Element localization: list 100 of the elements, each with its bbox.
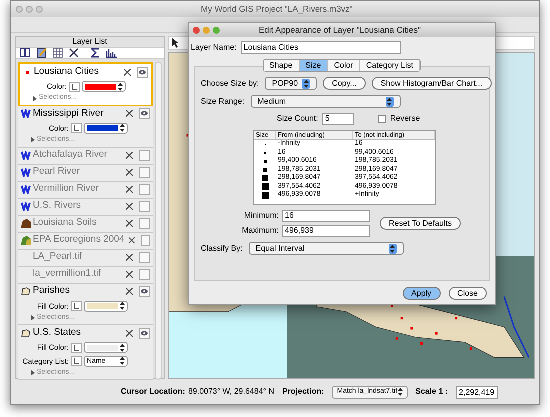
stepper-arrows-icon	[390, 244, 396, 252]
layer-name: Atchafalaya River	[33, 148, 108, 162]
legend-icon	[74, 125, 79, 132]
classify-dropdown[interactable]: Equal Interval	[248, 242, 404, 255]
visibility-checkbox[interactable]	[139, 167, 150, 178]
layer-item[interactable]: la_vermillion1.tif	[18, 266, 153, 284]
edit-icon[interactable]	[37, 48, 47, 58]
close-icon[interactable]	[128, 237, 135, 244]
layer-item[interactable]: EPA Ecoregions 2004	[18, 232, 153, 250]
reverse-checkbox[interactable]	[378, 115, 386, 123]
layer-name: Vermillion River	[33, 182, 99, 196]
layer-item[interactable]: Vermillion River	[18, 182, 153, 198]
color-picker[interactable]	[84, 342, 128, 354]
field-label: Size Range:	[201, 96, 245, 108]
legend-button[interactable]	[71, 301, 82, 312]
copy-button[interactable]: Copy...	[323, 77, 366, 90]
projection-label: Projection:	[282, 386, 324, 398]
disclosure-triangle-icon[interactable]	[31, 137, 35, 144]
color-picker[interactable]	[82, 81, 126, 92]
sigma-icon[interactable]	[91, 48, 100, 58]
legend-button[interactable]	[71, 342, 82, 353]
close-icon[interactable]	[126, 186, 133, 193]
stepper-arrows-icon	[120, 302, 125, 310]
cursor-location-value: 89.0073° W, 29.6484° N	[188, 386, 274, 398]
color-picker[interactable]	[84, 300, 128, 312]
visibility-checkbox[interactable]	[139, 252, 150, 263]
layer-item[interactable]: Atchafalaya River	[18, 148, 153, 164]
point-icon	[26, 70, 29, 74]
close-icon[interactable]	[126, 254, 133, 261]
close-icon[interactable]	[126, 110, 133, 118]
close-icon[interactable]	[126, 288, 133, 295]
layer-item[interactable]: Pearl River	[18, 164, 153, 182]
visibility-checkbox[interactable]	[139, 184, 150, 195]
tab[interactable]: Category List	[360, 60, 420, 71]
disclosure-triangle-icon[interactable]	[31, 315, 35, 321]
size-count-field[interactable]: 5	[322, 113, 354, 125]
apply-button[interactable]: Apply	[402, 287, 441, 300]
legend-button[interactable]	[71, 356, 82, 366]
cursor-location-label: Cursor Location:	[121, 386, 186, 398]
legend-icon	[72, 84, 77, 90]
disclosure-triangle-icon[interactable]	[31, 370, 35, 376]
wave-icon	[21, 109, 31, 118]
eye-icon	[141, 289, 148, 294]
scale-field[interactable]: 2,292,419	[456, 386, 498, 398]
visibility-checkbox[interactable]	[139, 286, 150, 297]
eye-icon	[139, 70, 146, 74]
layer-name: U.S. States	[33, 326, 82, 340]
legend-button[interactable]	[69, 82, 80, 92]
minimum-field[interactable]: 16	[282, 210, 370, 222]
size-attribute-dropdown[interactable]: POP90	[265, 77, 318, 90]
layer-name-field[interactable]: Lousiana Cities	[240, 41, 401, 54]
disclosure-triangle-icon[interactable]	[33, 96, 37, 102]
table-icon[interactable]	[53, 48, 63, 58]
scale-label: Scale 1 :	[416, 386, 448, 398]
visibility-checkbox[interactable]	[139, 218, 150, 229]
legend-button[interactable]	[71, 123, 82, 134]
panel-title: Layer List	[72, 37, 108, 47]
maximum-field[interactable]: 496,939	[282, 225, 370, 237]
layer-name: EPA Ecoregions 2004	[33, 233, 125, 248]
layer-item[interactable]: Louisiana Soils	[18, 216, 153, 232]
layer-name: Parishes	[33, 284, 70, 298]
close-icon[interactable]	[126, 203, 133, 210]
visibility-checkbox[interactable]	[139, 269, 150, 280]
visibility-checkbox[interactable]	[139, 150, 150, 161]
layer-item[interactable]: LA_Pearl.tif	[18, 250, 153, 266]
layer-item[interactable]: U.S. Rivers	[18, 198, 153, 216]
field-label: Size Count:	[277, 113, 318, 125]
visibility-checkbox[interactable]	[137, 66, 148, 78]
close-icon[interactable]	[126, 330, 133, 337]
polygon-icon	[21, 287, 31, 296]
color-picker[interactable]	[84, 122, 128, 134]
visibility-checkbox[interactable]	[139, 201, 150, 212]
close-icon[interactable]	[126, 220, 133, 227]
close-window-button[interactable]	[193, 26, 200, 34]
layer-name: Lousiana Cities	[34, 64, 99, 79]
close-icon[interactable]	[126, 152, 133, 159]
close-button[interactable]: Close	[448, 287, 487, 300]
tab[interactable]: Shape	[264, 60, 300, 71]
close-icon[interactable]	[124, 68, 131, 76]
close-icon[interactable]	[126, 271, 133, 278]
tab[interactable]: Size	[300, 60, 328, 71]
size-marker	[263, 168, 267, 172]
layer-name: LA_Pearl.tif	[33, 250, 82, 264]
close-icon[interactable]	[126, 169, 133, 176]
visibility-checkbox[interactable]	[139, 108, 150, 120]
terrain-icon	[21, 236, 31, 245]
delete-icon[interactable]	[69, 48, 79, 58]
pointer-icon[interactable]	[171, 38, 180, 48]
stepper-arrows-icon	[304, 80, 309, 88]
histogram-button[interactable]: Show Histogram/Bar Chart...	[372, 77, 492, 90]
field-label: Layer Name:	[191, 42, 237, 54]
reset-button[interactable]: Reset To Defaults	[380, 217, 461, 230]
bar-chart-icon[interactable]	[106, 48, 117, 58]
size-marker	[262, 175, 268, 182]
layer-name: Pearl River	[33, 165, 80, 180]
size-range-dropdown[interactable]: Medium	[250, 95, 401, 108]
tab[interactable]: Color	[328, 60, 360, 71]
layer-name: Mississippi River	[33, 106, 104, 121]
visibility-checkbox[interactable]	[140, 235, 150, 246]
visibility-checkbox[interactable]	[139, 328, 150, 339]
